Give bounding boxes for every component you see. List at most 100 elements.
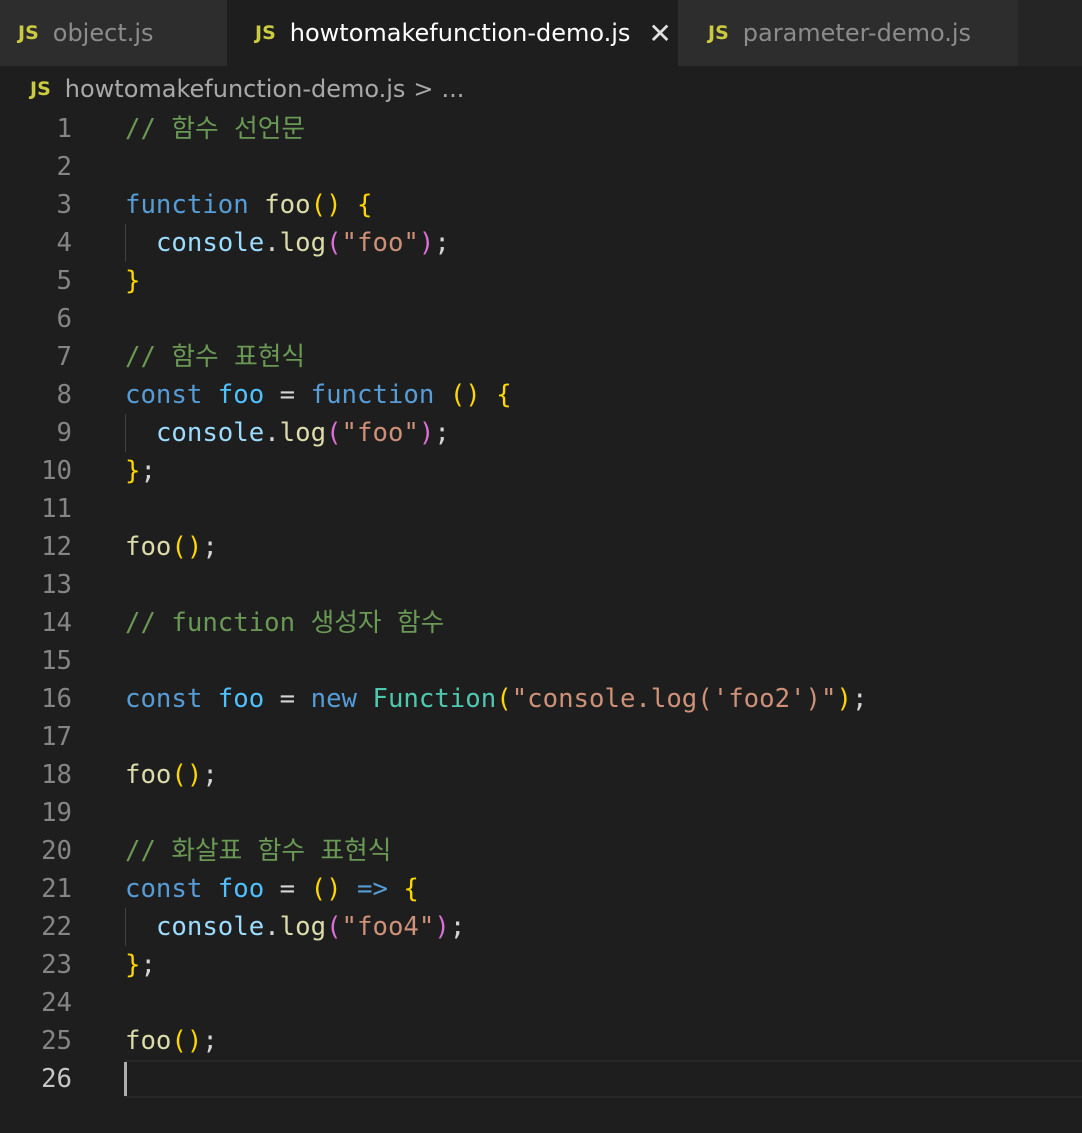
line-code: // function 생성자 함수 bbox=[125, 604, 444, 642]
token-b1: () bbox=[171, 1026, 203, 1056]
javascript-file-icon: JS bbox=[255, 22, 276, 44]
token-p: . bbox=[264, 228, 280, 258]
code-editor[interactable]: 1// 함수 선언문 2 3 function foo() {4 console.lo… bbox=[0, 110, 1082, 1098]
token-fn: log bbox=[279, 228, 327, 258]
code-line[interactable]: 20 // 화살표 함수 표현식 bbox=[0, 832, 1082, 870]
code-line[interactable]: 12 foo(); bbox=[0, 528, 1082, 566]
line-code: }; bbox=[125, 452, 156, 490]
token-p bbox=[357, 684, 372, 714]
line-code: console.log("foo"); bbox=[125, 414, 450, 452]
code-line[interactable]: 13 bbox=[0, 566, 1082, 604]
token-b2: ( bbox=[326, 228, 342, 258]
line-code: // 화살표 함수 표현식 bbox=[125, 832, 391, 870]
token-p bbox=[125, 912, 156, 942]
token-p bbox=[125, 418, 156, 448]
token-p bbox=[388, 874, 403, 904]
line-code: const foo = () => { bbox=[125, 870, 419, 908]
line-number: 23 bbox=[41, 950, 72, 980]
code-line[interactable]: 4 console.log("foo"); bbox=[0, 224, 1082, 262]
breadcrumb: JS howtomakefunction-demo.js > ... bbox=[30, 70, 464, 108]
code-line[interactable]: 16 const foo = new Function("console.log(… bbox=[0, 680, 1082, 718]
token-p bbox=[434, 380, 449, 410]
line-number: 8 bbox=[56, 380, 72, 410]
code-line[interactable]: 18 foo(); bbox=[0, 756, 1082, 794]
token-str: "foo" bbox=[341, 228, 419, 258]
tab-object-js[interactable]: JS object.js bbox=[0, 0, 227, 66]
token-kw: function bbox=[310, 380, 435, 410]
code-line[interactable]: 3 function foo() { bbox=[0, 186, 1082, 224]
token-str: "foo" bbox=[341, 418, 419, 448]
code-line[interactable]: 23}; bbox=[0, 946, 1082, 984]
code-line[interactable]: 11 bbox=[0, 490, 1082, 528]
line-number: 3 bbox=[56, 190, 72, 220]
code-line[interactable]: 7 // 함수 표현식 bbox=[0, 338, 1082, 376]
code-line[interactable]: 9 console.log("foo"); bbox=[0, 414, 1082, 452]
code-line[interactable]: 1 // 함수 선언문 bbox=[0, 110, 1082, 148]
code-line[interactable]: 24 bbox=[0, 984, 1082, 1022]
line-number: 6 bbox=[56, 304, 72, 334]
line-code: }; bbox=[125, 946, 156, 984]
line-number: 9 bbox=[56, 418, 72, 448]
token-p bbox=[249, 190, 264, 220]
close-icon[interactable]: ✕ bbox=[648, 17, 671, 50]
code-line[interactable]: 8 const foo = function () { bbox=[0, 376, 1082, 414]
line-number: 4 bbox=[56, 228, 72, 258]
token-str: "foo4" bbox=[341, 912, 435, 942]
token-var: console bbox=[155, 418, 265, 448]
breadcrumb-file[interactable]: howtomakefunction-demo.js bbox=[65, 75, 406, 103]
tab-parameter-demo-js[interactable]: JS parameter-demo.js bbox=[678, 0, 1018, 66]
code-line[interactable]: 15 bbox=[0, 642, 1082, 680]
token-var: console bbox=[155, 228, 265, 258]
code-line[interactable]: 17 bbox=[0, 718, 1082, 756]
token-p bbox=[202, 380, 217, 410]
line-number: 20 bbox=[41, 836, 72, 866]
javascript-file-icon: JS bbox=[708, 22, 729, 44]
token-p: = bbox=[264, 684, 311, 714]
token-b1: { bbox=[357, 190, 373, 220]
token-b2: ( bbox=[326, 418, 342, 448]
code-line[interactable]: 26 bbox=[0, 1060, 1082, 1098]
token-p: . bbox=[264, 418, 280, 448]
token-fn: foo bbox=[125, 532, 172, 562]
token-kw: => bbox=[357, 874, 388, 904]
token-fn: foo bbox=[125, 1026, 172, 1056]
token-comment: // 함수 선언문 bbox=[125, 114, 306, 144]
token-str: "console.log('foo2')" bbox=[511, 684, 837, 714]
token-p bbox=[202, 874, 217, 904]
code-line[interactable]: 5} bbox=[0, 262, 1082, 300]
token-kw: new bbox=[310, 684, 358, 714]
token-p bbox=[342, 874, 357, 904]
code-line[interactable]: 19 bbox=[0, 794, 1082, 832]
line-number: 15 bbox=[41, 646, 72, 676]
token-b1: { bbox=[496, 380, 512, 410]
token-b1: } bbox=[125, 950, 141, 980]
token-p: . bbox=[264, 912, 280, 942]
code-line[interactable]: 22 console.log("foo4"); bbox=[0, 908, 1082, 946]
line-number: 2 bbox=[56, 152, 72, 182]
code-line[interactable]: 25 foo(); bbox=[0, 1022, 1082, 1060]
code-line[interactable]: 2 bbox=[0, 148, 1082, 186]
tab-bar: JS object.js JS howtomakefunction-demo.j… bbox=[0, 0, 1082, 66]
token-fn: log bbox=[279, 912, 327, 942]
code-line[interactable]: 21 const foo = () => { bbox=[0, 870, 1082, 908]
line-code: const foo = new Function("console.log('f… bbox=[125, 680, 867, 718]
line-number: 16 bbox=[41, 684, 72, 714]
token-kw: const bbox=[125, 684, 203, 714]
token-p bbox=[481, 380, 496, 410]
token-fn: foo bbox=[125, 760, 172, 790]
tab-howtomakefunction-demo-js[interactable]: JS howtomakefunction-demo.js ✕ bbox=[227, 0, 678, 66]
line-number: 22 bbox=[41, 912, 72, 942]
token-p bbox=[202, 684, 217, 714]
line-code: // 함수 선언문 bbox=[125, 110, 305, 148]
code-line[interactable]: 6 bbox=[0, 300, 1082, 338]
line-code: console.log("foo4"); bbox=[125, 908, 465, 946]
code-line[interactable]: 14 // function 생성자 함수 bbox=[0, 604, 1082, 642]
line-number: 7 bbox=[56, 342, 72, 372]
breadcrumb-more[interactable]: ... bbox=[442, 75, 465, 103]
token-const: foo bbox=[217, 380, 265, 410]
token-comment: // 함수 표현식 bbox=[125, 342, 306, 372]
token-kw: function bbox=[125, 190, 249, 220]
code-line[interactable]: 10}; bbox=[0, 452, 1082, 490]
token-p: ; bbox=[434, 418, 450, 448]
line-code: foo(); bbox=[125, 1022, 218, 1060]
